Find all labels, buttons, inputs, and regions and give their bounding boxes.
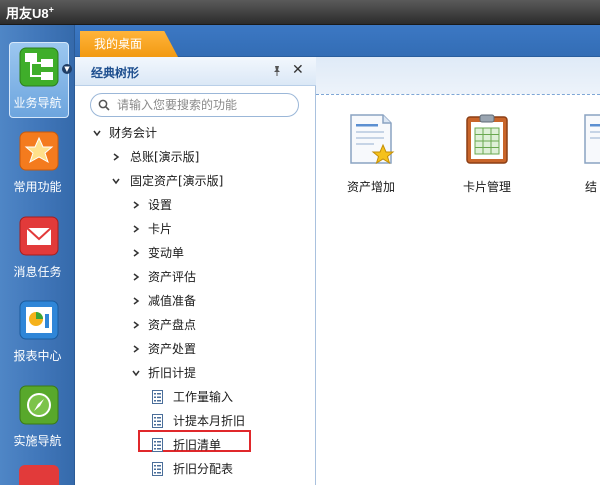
app-brand: 用友U8+ [6,4,54,21]
report-chart-icon [19,300,59,340]
tree-node-label: 财务会计 [109,126,158,140]
rail-item-favorites[interactable]: 常用功能 [0,126,75,206]
desktop-header [316,57,600,94]
tree-node-label: 变动单 [148,246,185,260]
tree-node-label: 资产评估 [148,270,197,284]
desktop-item-label: 资产增加 [346,180,395,194]
chevron-down-icon[interactable] [132,369,140,377]
close-icon[interactable]: ✕ [292,63,304,77]
rail-label: 业务导航 [13,96,62,110]
rail-item-messages[interactable]: 消息任务 [0,211,75,291]
pin-icon[interactable] [271,65,283,77]
chevron-down-icon[interactable] [93,129,101,137]
document-icon [152,462,163,476]
rail-label: 报表中心 [13,349,62,363]
rail-item-implementation-nav[interactable]: 实施导航 [0,380,75,460]
chevron-down-icon[interactable] [112,177,120,185]
panel-title: 经典树形 [91,66,140,80]
card-management-icon [466,114,508,164]
chevron-right-icon[interactable] [132,297,140,305]
tab-strip: 我的桌面 [75,25,600,57]
desktop-item-asset-add[interactable]: 资产增加 [320,113,410,194]
chevron-down-icon[interactable]: ▼ [62,64,72,74]
left-nav-rail: ▼ 业务导航 常用功能 消息任务 报表中心 实施导航 [0,25,75,485]
chevron-right-icon[interactable] [132,321,140,329]
chevron-right-icon[interactable] [132,273,140,281]
rail-item-business-nav[interactable]: ▼ 业务导航 [0,42,75,122]
message-envelope-icon [19,216,59,256]
asset-add-icon [350,114,395,165]
tree-node-label: 折旧分配表 [173,462,234,476]
title-bar: 用友U8+ [0,0,600,25]
rail-label: 实施导航 [13,434,62,448]
compass-icon [19,385,59,425]
rail-label: 常用功能 [13,180,62,194]
panel-header: 经典树形 ✕ [75,57,316,86]
desktop-divider [316,94,600,95]
chevron-right-icon[interactable] [132,249,140,257]
tree-node-label: 资产盘点 [148,318,197,332]
chevron-right-icon[interactable] [112,153,120,161]
rail-item-report-center[interactable]: 报表中心 [0,295,75,375]
tree-node-label: 设置 [148,198,173,212]
search-icon [98,99,110,111]
chevron-right-icon[interactable] [132,345,140,353]
rail-item-partial[interactable] [19,465,59,485]
document-icon [584,114,600,164]
tree-node-label: 资产处置 [148,342,197,356]
tree-node-label: 减值准备 [148,294,197,308]
desktop-item-label: 卡片管理 [462,180,511,194]
business-nav-icon [19,47,59,87]
tree-node-label: 折旧计提 [148,366,197,380]
tree-node-label: 固定资产[演示版] [130,174,224,188]
desktop-area: 资产增加 卡片管理 结 [316,57,600,485]
tree-node-label: 总账[演示版] [130,150,200,164]
desktop-item-card-management[interactable]: 卡片管理 [436,113,526,194]
document-icon [152,390,163,404]
desktop-item-label: 结 [584,180,597,194]
tab-my-desktop[interactable]: 我的桌面 [80,31,178,57]
rail-label: 消息任务 [13,265,62,279]
chevron-right-icon[interactable] [132,201,140,209]
desktop-item-partial[interactable]: 结 [554,113,600,194]
search-input[interactable] [117,97,293,113]
favorites-star-icon [19,131,59,171]
tree-panel: 经典树形 ✕ 财务会计 总账[演示版] 固定资产[演示版] [75,57,316,485]
tree-node-label: 工作量输入 [173,390,234,404]
chevron-right-icon[interactable] [132,225,140,233]
document-icon [152,414,163,428]
search-box[interactable] [90,93,299,117]
tree-node-label: 折旧清单 [173,438,222,452]
tree-node-label: 卡片 [148,222,173,236]
document-icon [152,438,163,452]
